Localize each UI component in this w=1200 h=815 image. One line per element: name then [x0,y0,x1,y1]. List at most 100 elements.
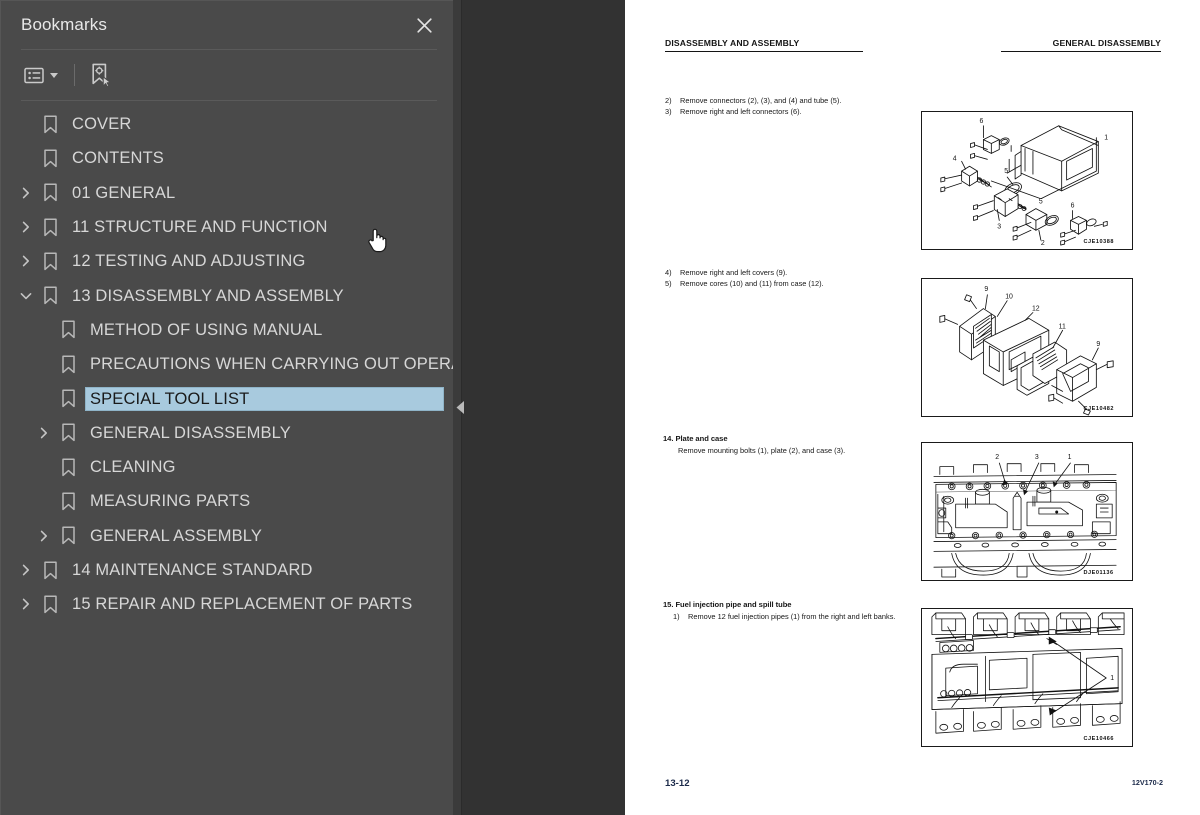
bookmark-icon [37,183,63,202]
svg-text:3: 3 [1035,454,1039,461]
list-options-icon[interactable] [22,64,60,87]
svg-text:3: 3 [997,223,1001,230]
bookmark-item[interactable]: 14 MAINTENANCE STANDARD [1,553,453,587]
svg-text:4: 4 [953,155,957,162]
chevron-right-icon[interactable] [15,587,37,621]
svg-text:1: 1 [1104,135,1108,142]
svg-text:2: 2 [995,454,999,461]
chevron-right-icon[interactable] [15,176,37,210]
step-number: 4) [665,268,672,277]
page-number: 13-12 [665,778,690,789]
svg-text:6: 6 [979,118,983,125]
step-item: 2) Remove connectors (2), (3), and (4) a… [665,96,910,107]
svg-text:12: 12 [1032,306,1040,313]
bookmark-label: COVER [72,115,132,134]
bookmark-item[interactable]: 11 STRUCTURE AND FUNCTION [1,210,453,244]
bookmark-item[interactable]: CLEANING [1,450,453,484]
chevron-right-icon[interactable] [33,519,55,553]
bookmarks-tree[interactable]: COVER CONTENTS 01 GENERAL 11 STRUCTURE AND … [1,101,453,815]
bookmark-icon [37,561,63,580]
step-body: Remove right and left covers (9). [680,268,788,277]
toolbar-divider [74,64,75,86]
bookmark-icon [37,252,63,271]
bookmark-label: GENERAL ASSEMBLY [90,526,263,545]
close-icon[interactable] [411,12,437,38]
section-heading: 14. Plate and case [663,434,728,443]
step-body: Remove mounting bolts (1), plate (2), an… [678,445,846,455]
instruction-text: 4) Remove right and left covers (9). 5) … [665,268,910,290]
figure-diagram: 1 CJE10466 [921,608,1133,747]
figure-code: CJE10482 [1083,406,1113,412]
document-code: 12V170-2 [1131,778,1163,787]
step-item: 3) Remove right and left connectors (6). [665,107,910,118]
instruction-text: 2) Remove connectors (2), (3), and (4) a… [665,96,910,118]
bookmark-item[interactable]: COVER [1,107,453,141]
bookmark-label: MEASURING PARTS [90,492,251,511]
sidebar-resize-edge[interactable] [453,0,464,815]
header-rule-left [665,51,863,53]
step-number: 1) [673,611,680,621]
step-number: 3) [665,107,672,117]
bookmark-item[interactable]: METHOD OF USING MANUAL [1,313,453,347]
new-bookmark-icon[interactable] [88,60,115,90]
bookmark-icon [55,423,81,442]
bookmark-item[interactable]: MEASURING PARTS [1,484,453,518]
figure-diagram: 9 10 12 11 9 CJE10482 [921,278,1133,417]
bookmark-label: 01 GENERAL [72,183,176,202]
svg-text:9: 9 [984,286,988,293]
pdf-page: DISASSEMBLY AND ASSEMBLY GENERAL DISASSE… [625,0,1200,815]
bookmark-label: 15 REPAIR AND REPLACEMENT OF PARTS [72,595,413,614]
bookmark-item[interactable]: PRECAUTIONS WHEN CARRYING OUT OPERATION [1,347,453,381]
chevron-right-icon[interactable] [33,416,55,450]
bookmarks-sidebar: Bookmarks COVER CONTENTS 01 GENERAL 11 S… [0,0,453,815]
step-number: 5) [665,279,672,289]
bookmark-icon [55,492,81,511]
svg-text:1: 1 [1110,675,1114,682]
bookmark-icon [55,526,81,545]
bookmark-icon [55,355,81,374]
step-body: Remove right and left connectors (6). [680,107,802,117]
bookmark-item[interactable]: GENERAL DISASSEMBLY [1,416,453,450]
figure-diagram: 2 3 1 DJE01136 [921,442,1133,581]
bookmark-item[interactable]: 12 TESTING AND ADJUSTING [1,244,453,278]
collapse-left-icon[interactable] [453,390,467,424]
chevron-right-icon[interactable] [15,244,37,278]
bookmark-item[interactable]: 01 GENERAL [1,176,453,210]
step-body: Remove connectors (2), (3), and (4) and … [680,96,842,105]
instruction-text: 14. Plate and case Remove mounting bolts… [663,434,908,456]
bookmark-label: PRECAUTIONS WHEN CARRYING OUT OPERATION [90,355,453,374]
bookmark-icon [37,149,63,168]
chevron-down-icon[interactable] [50,72,58,78]
svg-text:5: 5 [1039,199,1043,206]
page-header-right: GENERAL DISASSEMBLY [1052,38,1161,48]
chevron-down-icon[interactable] [15,279,37,313]
bookmark-label: 13 DISASSEMBLY AND ASSEMBLY [72,286,344,305]
bookmark-icon [37,286,63,305]
pdf-viewer: DISASSEMBLY AND ASSEMBLY GENERAL DISASSE… [461,0,1200,815]
section-heading: 15. Fuel injection pipe and spill tube [663,600,792,609]
bookmark-item[interactable]: CONTENTS [1,141,453,175]
chevron-right-icon[interactable] [15,210,37,244]
bookmark-item[interactable]: SPECIAL TOOL LIST [1,381,453,415]
step-body: Remove cores (10) and (11) from case (12… [680,279,824,289]
svg-text:10: 10 [1005,294,1013,301]
page-running-head: DISASSEMBLY AND ASSEMBLY GENERAL DISASSE… [665,38,1161,56]
bookmark-item[interactable]: 15 REPAIR AND REPLACEMENT OF PARTS [1,587,453,621]
chevron-right-icon[interactable] [15,553,37,587]
page-header-left: DISASSEMBLY AND ASSEMBLY [665,38,800,48]
figure-code: CJE10466 [1083,736,1113,742]
pdf-reader-window: Bookmarks COVER CONTENTS 01 GENERAL 11 S… [0,0,1200,815]
bookmark-icon [55,389,81,408]
bookmark-label: METHOD OF USING MANUAL [90,320,323,339]
bookmark-item[interactable]: GENERAL ASSEMBLY [1,519,453,553]
svg-text:2: 2 [1041,240,1045,247]
bookmark-icon [37,595,63,614]
bookmark-icon [37,115,63,134]
bookmark-item[interactable]: 13 DISASSEMBLY AND ASSEMBLY [1,278,453,312]
bookmark-label: CLEANING [90,458,176,477]
bookmarks-panel-header: Bookmarks [1,1,453,49]
